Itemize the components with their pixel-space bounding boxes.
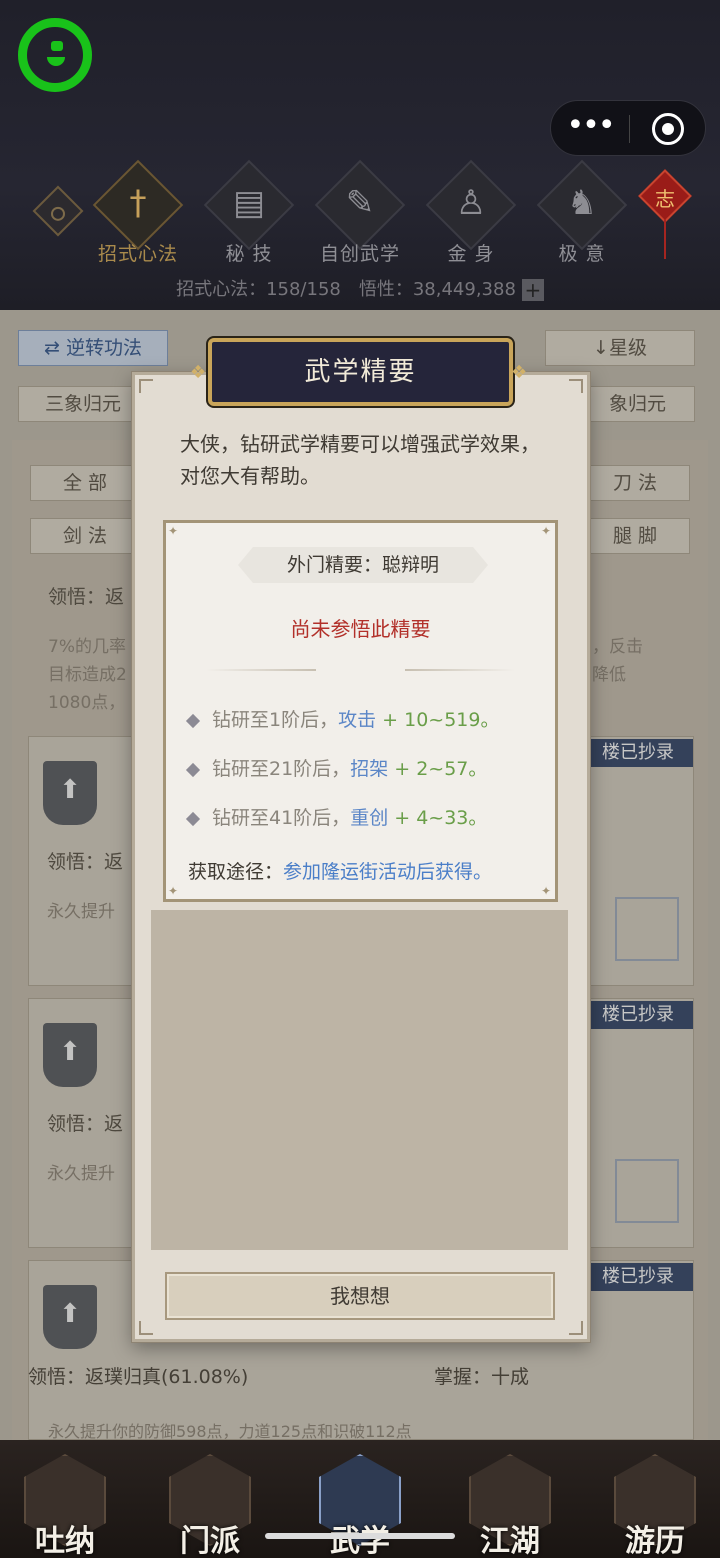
bonus-row: 钻研至1阶后，攻击 + 10~519。: [185, 705, 500, 732]
bonus-prefix: 钻研至41阶后，: [212, 807, 351, 829]
stats-text: 招式心法：158/158 悟性：38,449,388: [176, 279, 516, 300]
fighter-icon: ♞: [566, 183, 598, 223]
chinese-knot-icon[interactable]: 志: [638, 155, 692, 265]
nav-label: 自创武学: [319, 243, 400, 265]
corner-ornament-icon: ✦: [541, 884, 552, 898]
nav-label: 秘 技: [225, 243, 273, 265]
nav-secret-skill[interactable]: ▤ 秘 技: [199, 159, 299, 265]
dialog-title: 武学精要: [304, 357, 417, 387]
nav-golden-body[interactable]: ♙ 金 身: [421, 159, 521, 265]
dialog-empty-area: [151, 910, 568, 1250]
bonus-prefix: 钻研至1阶后，: [212, 709, 339, 731]
bonus-attribute: 招架: [350, 758, 389, 780]
knot-tassel: [664, 219, 666, 259]
tab-label: 门派: [180, 1524, 240, 1558]
tab-martial[interactable]: 武学: [305, 1450, 415, 1558]
corner-ornament-icon: ✦: [168, 524, 179, 538]
essence-info-box: ✦ ✦ ✦ ✦ 外门精要：聪辩明 尚未参悟此精要 钻研至1阶后，攻击 + 10~…: [163, 520, 558, 902]
divider-left: [206, 669, 316, 671]
top-bar: ••• † 招式心法 ▤ 秘 技 ✎ 自创武学 ♙ 金 身 ♞ 极 意 志 招式…: [0, 0, 720, 310]
acquire-source: 获取途径：参加隆运街活动后获得。: [188, 857, 492, 884]
knot-char: 志: [655, 187, 675, 211]
tab-label: 吐纳: [35, 1524, 95, 1558]
frame-corner: [569, 1321, 583, 1335]
bonus-value: + 10~519: [376, 709, 481, 731]
ornament-icon: ❖: [190, 362, 207, 383]
divider-right: [405, 669, 515, 671]
tab-travel[interactable]: 游历: [600, 1450, 710, 1558]
scroll-brush-icon: ✎: [345, 183, 375, 223]
book-icon: ▤: [232, 183, 266, 223]
dialog-intro: 大侠，钻研武学精要可以增强武学效果，对您大有帮助。: [180, 432, 540, 488]
nav-ultimate[interactable]: ♞ 极 意: [532, 159, 632, 265]
bonus-value: + 4~33: [388, 807, 469, 829]
bonus-end: 。: [468, 807, 488, 829]
nav-self-created[interactable]: ✎ 自创武学: [310, 159, 410, 265]
frame-corner: [139, 1321, 153, 1335]
bonus-prefix: 钻研至21阶后，: [212, 758, 351, 780]
tab-sect[interactable]: 门派: [155, 1450, 265, 1558]
essence-status: 尚未参悟此精要: [290, 617, 431, 641]
source-label: 获取途径：: [188, 861, 284, 883]
diamond-bullet-icon: [185, 762, 201, 777]
bonus-attribute: 重创: [350, 807, 389, 829]
diamond-bullet-icon: [185, 713, 201, 728]
miniprogram-capsule: •••: [550, 100, 706, 156]
nav-moves[interactable]: † 招式心法: [88, 159, 188, 265]
meditating-figure-icon: ♙: [455, 183, 487, 223]
nav-label: 极 意: [558, 243, 606, 265]
frame-corner: [139, 379, 153, 393]
martial-nav: † 招式心法 ▤ 秘 技 ✎ 自创武学 ♙ 金 身 ♞ 极 意: [0, 159, 720, 275]
source-link[interactable]: 参加隆运街活动后获得。: [283, 861, 492, 883]
frame-corner: [569, 379, 583, 393]
add-insight-button[interactable]: +: [521, 279, 544, 301]
capsule-divider: [629, 115, 630, 143]
app-logo-icon: [18, 18, 92, 92]
nav-label: 金 身: [447, 243, 495, 265]
tab-jianghu[interactable]: 江湖: [455, 1450, 565, 1558]
dialog-title-plate: 武学精要 ❖ ❖: [190, 338, 527, 406]
close-miniprogram-icon[interactable]: [652, 113, 684, 145]
bonus-row: 钻研至21阶后，招架 + 2~57。: [185, 754, 488, 781]
more-menu-icon[interactable]: •••: [551, 101, 629, 157]
bonus-end: 。: [468, 758, 488, 780]
corner-ornament-icon: ✦: [541, 524, 552, 538]
tab-label: 江湖: [480, 1524, 540, 1558]
home-indicator[interactable]: [265, 1533, 455, 1539]
corner-ornament-icon: ✦: [168, 884, 179, 898]
sword-icon: †: [129, 183, 147, 223]
nav-label: 招式心法: [97, 243, 178, 265]
ornament-icon: ❖: [511, 362, 528, 383]
bonus-value: + 2~57: [388, 758, 469, 780]
bonus-end: 。: [480, 709, 500, 731]
bottom-tab-bar: 吐纳 门派 武学 江湖 游历: [0, 1440, 720, 1558]
bonus-attribute: 攻击: [338, 709, 377, 731]
think-again-button[interactable]: 我想想: [165, 1272, 555, 1320]
diamond-bullet-icon: [185, 811, 201, 826]
bonus-row: 钻研至41阶后，重创 + 4~33。: [185, 803, 488, 830]
tab-breathing[interactable]: 吐纳: [10, 1450, 120, 1558]
essence-name-tag: 外门精要：聪辩明: [238, 547, 488, 583]
eye-icon[interactable]: [32, 185, 84, 237]
stats-bar: 招式心法：158/158 悟性：38,449,388 +: [0, 275, 720, 301]
tab-label: 游历: [625, 1524, 685, 1558]
